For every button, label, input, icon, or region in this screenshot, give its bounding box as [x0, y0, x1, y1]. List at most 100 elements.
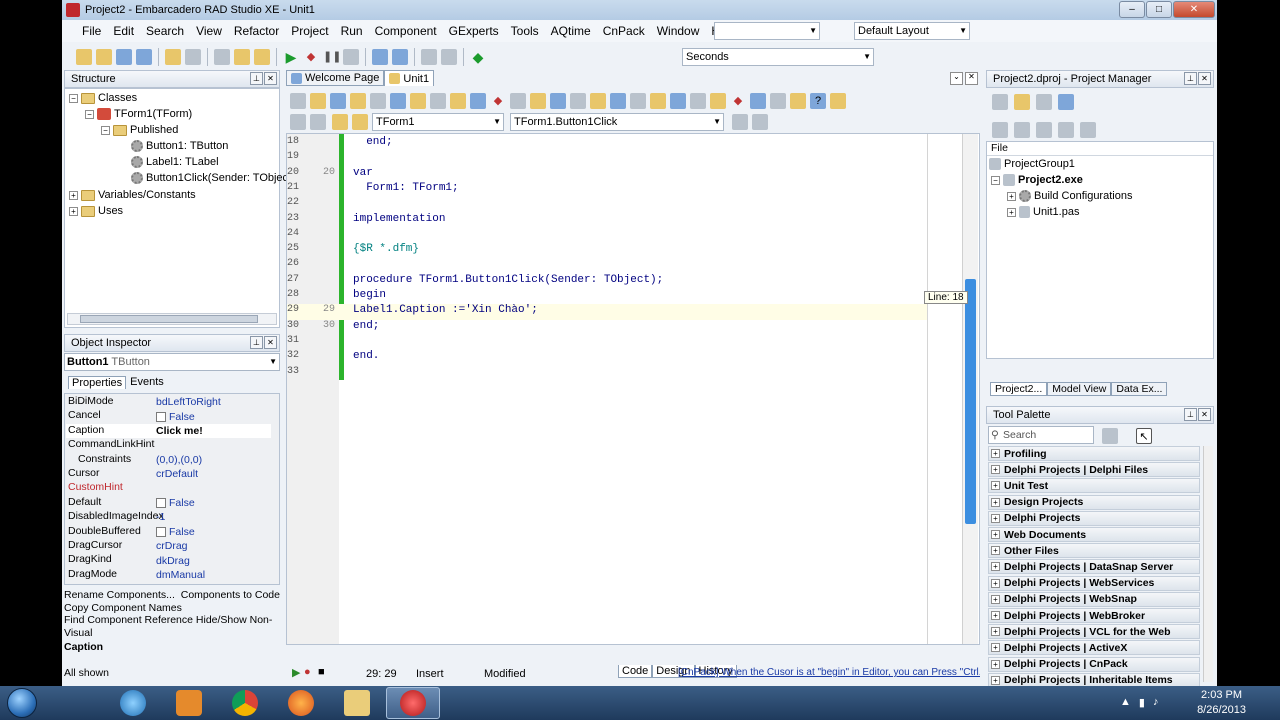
expand-icon[interactable]: +	[991, 578, 1000, 588]
options-icon[interactable]	[1080, 122, 1096, 138]
palette-category[interactable]: + Delphi Projects | DataSnap Server	[988, 559, 1200, 575]
expand-icon[interactable]: +	[991, 659, 1000, 669]
pointer-icon[interactable]: ↖	[1136, 428, 1152, 444]
interface-icon[interactable]	[332, 114, 348, 130]
vertical-scrollbar[interactable]	[962, 134, 978, 644]
tab-welcome-page[interactable]: Welcome Page	[286, 70, 385, 86]
expand-icon[interactable]: +	[991, 530, 1000, 539]
tool-icon[interactable]	[610, 93, 626, 109]
code-line[interactable]: 33	[287, 366, 927, 381]
close-icon[interactable]: ✕	[264, 72, 277, 85]
nav-icon[interactable]	[290, 114, 306, 130]
tree-node-label1[interactable]: Label1: TLabel	[131, 156, 219, 168]
components-to-code-link[interactable]: Components to Code	[181, 589, 280, 601]
implementation-icon[interactable]	[352, 114, 368, 130]
code-line[interactable]: 32 end.	[287, 350, 927, 365]
layout-combo[interactable]: Default Layout ▼	[854, 22, 970, 40]
palette-category[interactable]: + Other Files	[988, 543, 1200, 559]
menu-run[interactable]: Run	[335, 24, 369, 38]
toggle-icon[interactable]	[234, 49, 250, 65]
help-icon[interactable]: ?	[810, 93, 826, 109]
tool-icon[interactable]	[530, 93, 546, 109]
tab-project[interactable]: Project2...	[990, 382, 1048, 396]
checkbox[interactable]	[156, 497, 166, 508]
tool-icon[interactable]	[750, 93, 766, 109]
tab-properties[interactable]: Properties	[68, 376, 127, 389]
expand-icon[interactable]: +	[991, 449, 1000, 458]
sync-icon[interactable]	[992, 122, 1008, 138]
record-icon[interactable]: ●	[304, 666, 311, 678]
checkbox[interactable]	[156, 526, 166, 537]
tool-icon[interactable]	[470, 93, 486, 109]
network-icon[interactable]: ▮	[1139, 696, 1145, 709]
property-row[interactable]: Cancel False	[66, 409, 271, 423]
menu-view[interactable]: View	[190, 24, 228, 38]
unit-icon[interactable]	[185, 49, 201, 65]
code-line[interactable]: 21 Form1: TForm1;	[287, 182, 927, 197]
sort-icon[interactable]	[1058, 122, 1074, 138]
pin-icon[interactable]: ⊥	[250, 336, 263, 349]
menu-gexperts[interactable]: GExperts	[443, 24, 505, 38]
tool-icon[interactable]	[710, 93, 726, 109]
tool-icon[interactable]	[410, 93, 426, 109]
play-icon[interactable]: ▶	[292, 666, 300, 679]
tree-node-classes[interactable]: − Classes	[69, 92, 137, 104]
code-line[interactable]: 29 29 Label1.Caption :='Xin Chào';	[287, 304, 927, 320]
horizontal-scrollbar[interactable]	[67, 313, 277, 325]
expand-icon[interactable]: +	[991, 546, 1000, 556]
property-value[interactable]: crDefault	[154, 467, 271, 481]
run-icon[interactable]: ▶	[283, 49, 299, 65]
remove-icon[interactable]	[1036, 94, 1052, 110]
forward-icon[interactable]	[441, 49, 457, 65]
tool-icon[interactable]	[350, 93, 366, 109]
menu-refactor[interactable]: Refactor	[228, 24, 285, 38]
new-item-icon[interactable]	[1014, 94, 1030, 110]
tab-unit1[interactable]: Unit1	[384, 70, 435, 86]
tree-node-build-configs[interactable]: + Build Configurations	[1007, 190, 1132, 202]
step-into-icon[interactable]	[372, 49, 388, 65]
scrollbar-thumb[interactable]	[965, 279, 976, 524]
find-component-reference-link[interactable]: Find Component Reference	[64, 614, 193, 626]
pause-icon[interactable]: ❚❚	[323, 49, 341, 65]
explorer-taskbar-button[interactable]	[330, 687, 384, 719]
tool-icon[interactable]: ◆	[490, 93, 506, 109]
pin-icon[interactable]: ⊥	[1184, 408, 1197, 421]
stop-icon[interactable]	[343, 49, 359, 65]
palette-search-input[interactable]: ⚲ Search	[988, 426, 1094, 444]
menu-edit[interactable]: Edit	[107, 24, 140, 38]
property-value[interactable]: (0,0),(0,0)	[154, 453, 271, 467]
nav-icon[interactable]	[310, 114, 326, 130]
rename-components-link[interactable]: Rename Components...	[64, 589, 175, 601]
property-value[interactable]	[154, 481, 271, 495]
radstudio-taskbar-button[interactable]	[386, 687, 440, 719]
property-value[interactable]	[154, 438, 271, 452]
expand-icon[interactable]: +	[991, 611, 1000, 620]
property-value[interactable]: False	[154, 409, 271, 423]
tool-icon[interactable]	[370, 93, 386, 109]
pin-icon[interactable]: ⊥	[1184, 72, 1197, 85]
chrome-taskbar-button[interactable]	[218, 687, 272, 719]
tool-icon[interactable]	[650, 93, 666, 109]
menu-cnpack[interactable]: CnPack	[597, 24, 651, 38]
open-project-icon[interactable]	[165, 49, 181, 65]
close-icon[interactable]: ✕	[1198, 408, 1211, 421]
expand-icon[interactable]: +	[991, 643, 1000, 653]
menu-window[interactable]: Window	[651, 24, 706, 38]
code-line[interactable]: 26	[287, 258, 927, 273]
form-icon[interactable]	[214, 49, 230, 65]
bulb-icon[interactable]	[830, 93, 846, 109]
code-line[interactable]: 31	[287, 335, 927, 350]
property-row[interactable]: DragKind dkDrag	[66, 553, 271, 567]
start-button[interactable]	[0, 686, 44, 720]
tab-list-icon[interactable]: ⌄	[950, 72, 963, 85]
checkbox[interactable]	[156, 411, 166, 422]
tree-node-published[interactable]: − Published	[101, 124, 178, 136]
expand-icon[interactable]: +	[991, 594, 1000, 604]
expand-icon[interactable]: +	[991, 627, 1000, 637]
property-value[interactable]: False	[154, 525, 271, 539]
tool-icon[interactable]	[570, 93, 586, 109]
tree-node-projectgroup[interactable]: ProjectGroup1	[989, 158, 1075, 170]
stop-icon[interactable]: ■	[318, 666, 325, 678]
tree-node-tform1[interactable]: − TForm1(TForm)	[85, 108, 192, 120]
tool-icon[interactable]	[510, 93, 526, 109]
